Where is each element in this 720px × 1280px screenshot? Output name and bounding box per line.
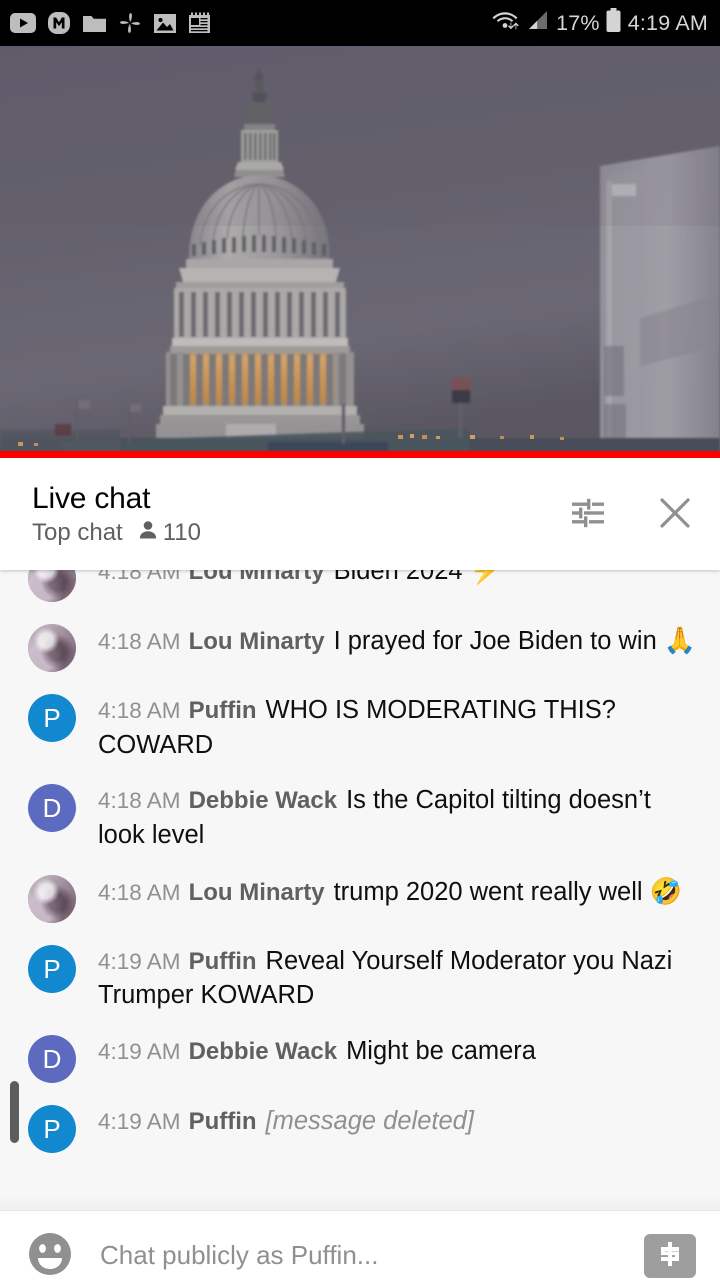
message-deleted-text: [message deleted] <box>265 1107 474 1136</box>
message-emoji: 🙏 <box>663 625 697 655</box>
avatar[interactable] <box>28 624 76 672</box>
status-clock: 4:19 AM <box>627 10 708 35</box>
message-text: I prayed for Joe Biden to win <box>333 627 664 655</box>
chat-header-actions <box>570 494 694 535</box>
message-author[interactable]: Debbie Wack <box>189 787 338 814</box>
message-author[interactable]: Lou Minarty <box>189 570 325 585</box>
avatar[interactable] <box>28 874 76 923</box>
avatar[interactable]: P <box>28 694 76 742</box>
status-indicators: 17% 4:19 AM <box>492 7 708 39</box>
battery-icon <box>605 7 622 39</box>
chat-message[interactable]: D 4:18 AM Debbie Wack Is the Capitol tiltin… <box>0 772 720 862</box>
message-body: 4:18 AM Lou Minarty Biden 2024 ⚡ <box>98 570 700 589</box>
video-progress-bar[interactable] <box>0 451 720 458</box>
message-emoji: ⚡ <box>469 570 503 585</box>
close-chat-button[interactable] <box>656 494 694 535</box>
close-icon <box>656 494 694 535</box>
avatar[interactable]: D <box>28 784 76 833</box>
dollar-icon <box>655 1239 685 1272</box>
pinwheel-icon <box>118 11 142 35</box>
message-timestamp: 4:19 AM <box>98 948 181 974</box>
message-body: 4:19 AM Debbie Wack Might be camera <box>98 1033 700 1069</box>
folder-icon <box>82 13 107 34</box>
avatar[interactable]: P <box>28 944 76 993</box>
message-author[interactable]: Puffin <box>189 1108 257 1135</box>
avatar[interactable] <box>28 570 76 602</box>
message-body: 4:19 AM Puffin [message deleted] <box>98 1103 700 1139</box>
photo-icon <box>153 13 177 34</box>
video-player[interactable] <box>0 46 720 458</box>
message-body: 4:19 AM Puffin Reveal Yourself Moderator y… <box>98 943 700 1013</box>
message-author[interactable]: Debbie Wack <box>189 1038 338 1065</box>
avatar[interactable]: P <box>28 1105 76 1154</box>
person-icon <box>137 519 159 546</box>
message-timestamp: 4:18 AM <box>98 629 181 654</box>
avatar[interactable]: D <box>28 1035 76 1084</box>
live-chat-header: Live chat Top chat 110 <box>0 458 720 570</box>
message-text: Might be camera <box>346 1037 536 1066</box>
message-text: trump 2020 went really well <box>333 877 650 906</box>
chat-mode-label[interactable]: Top chat <box>32 519 123 547</box>
chat-settings-button[interactable] <box>570 498 606 531</box>
video-frame <box>0 46 720 458</box>
message-timestamp: 4:19 AM <box>98 1109 181 1135</box>
cell-signal-icon <box>525 9 549 37</box>
status-bar: 17% 4:19 AM <box>0 0 720 46</box>
message-timestamp: 4:18 AM <box>98 879 181 905</box>
chat-header-subrow: Top chat 110 <box>32 519 201 547</box>
message-author[interactable]: Puffin <box>189 697 257 724</box>
youtube-icon <box>10 13 36 33</box>
chat-message[interactable]: P 4:19 AM Puffin [message deleted] <box>0 1093 720 1163</box>
news-icon <box>188 12 211 34</box>
viewer-count-group: 110 <box>137 519 201 547</box>
chat-header-text: Live chat Top chat 110 <box>32 482 201 547</box>
message-author[interactable]: Lou Minarty <box>189 879 325 906</box>
message-author[interactable]: Lou Minarty <box>189 628 325 655</box>
battery-percent: 17% <box>556 10 600 35</box>
message-body: 4:18 AM Lou Minarty I prayed for Joe Biden… <box>98 622 700 659</box>
chat-message[interactable]: P 4:18 AM Puffin WHO IS MODERATING THIS? CO… <box>0 682 720 772</box>
chat-message[interactable]: 4:18 AM Lou Minarty Biden 2024 ⚡ <box>0 570 720 612</box>
message-timestamp: 4:18 AM <box>98 570 181 584</box>
tune-icon <box>570 498 606 531</box>
message-emoji: 🤣 <box>649 875 682 906</box>
message-timestamp: 4:18 AM <box>98 698 181 723</box>
message-text: Biden 2024 <box>333 570 470 585</box>
message-body: 4:18 AM Debbie Wack Is the Capitol tilting… <box>98 782 700 852</box>
message-timestamp: 4:19 AM <box>98 1039 181 1065</box>
notification-icons <box>10 11 211 35</box>
chat-message[interactable]: 4:18 AM Lou Minarty trump 2020 went really… <box>0 863 720 933</box>
emoji-smiley-icon <box>26 1230 74 1280</box>
message-author[interactable]: Puffin <box>189 948 257 975</box>
message-timestamp: 4:18 AM <box>98 788 181 814</box>
chat-message[interactable]: 4:18 AM Lou Minarty I prayed for Joe Biden… <box>0 612 720 682</box>
chat-input-bar <box>0 1210 720 1280</box>
message-body: 4:18 AM Puffin WHO IS MODERATING THIS? COW… <box>98 692 700 762</box>
viewer-count: 110 <box>162 518 201 546</box>
chat-message-list[interactable]: 4:18 AM Lou Minarty Biden 2024 ⚡ 4:18 AM Lou… <box>0 570 720 1210</box>
chat-input[interactable] <box>100 1240 630 1271</box>
chat-list-fade <box>0 1194 720 1210</box>
message-text: Reveal Yourself Moderator you Nazi Trump… <box>98 946 673 1010</box>
chat-message[interactable]: P 4:19 AM Puffin Reveal Yourself Moderator … <box>0 933 720 1023</box>
message-body: 4:18 AM Lou Minarty trump 2020 went really… <box>98 873 700 910</box>
superchat-button[interactable] <box>644 1233 696 1278</box>
chat-message[interactable]: D 4:19 AM Debbie Wack Might be camera <box>0 1023 720 1093</box>
page-title: Live chat <box>32 481 151 515</box>
m-badge-icon <box>47 11 71 35</box>
wifi-transfer-icon <box>492 8 520 38</box>
emoji-picker-button[interactable] <box>26 1230 74 1280</box>
chat-scrollbar[interactable] <box>10 1081 19 1143</box>
